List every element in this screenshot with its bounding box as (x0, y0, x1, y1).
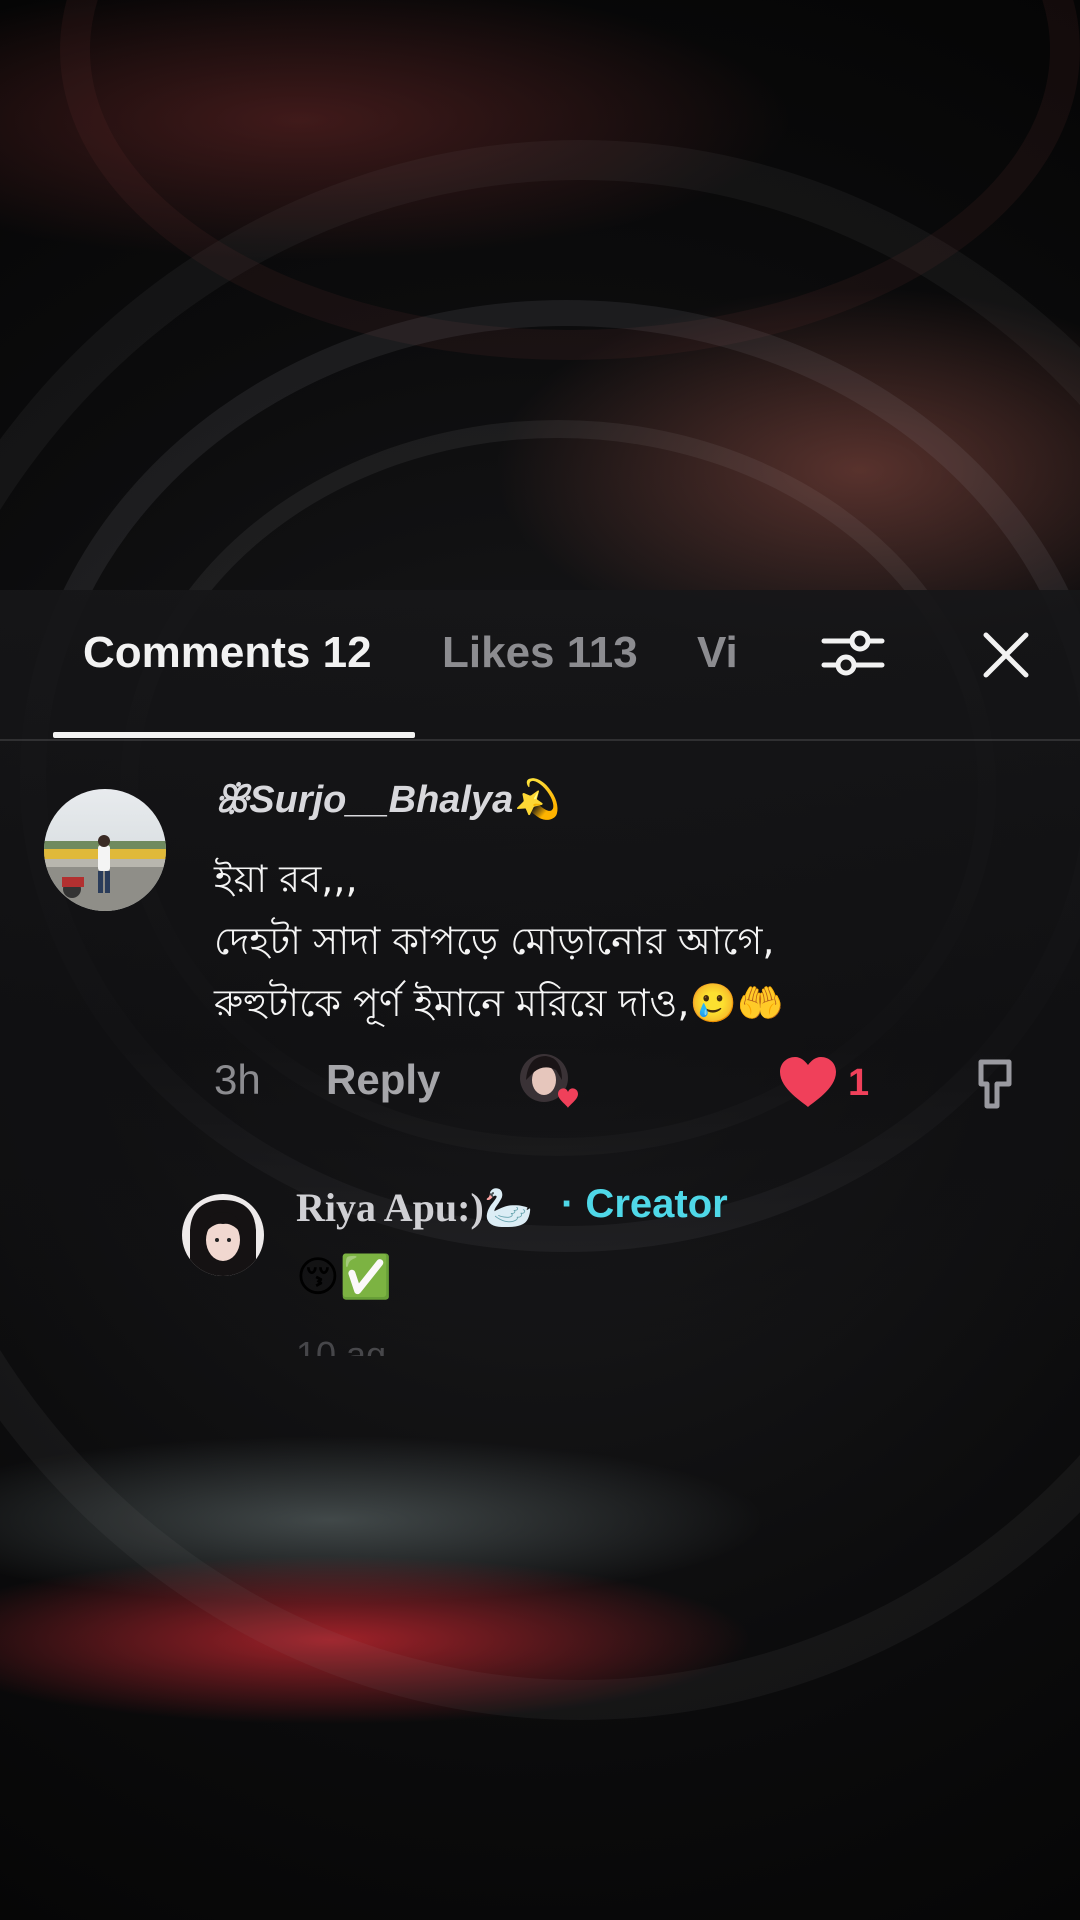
reply-username[interactable]: Riya Apu:)🦢 (296, 1184, 534, 1231)
active-tab-indicator (53, 732, 415, 738)
tab-views[interactable]: Vi (697, 628, 737, 678)
close-icon[interactable] (978, 627, 1034, 683)
creator-badge: · Creator (561, 1182, 728, 1226)
reply-text: 😚✅ (296, 1253, 393, 1300)
comment-text-line: রুহুটাকে পূর্ণ ইমানে মরিয়ে দাও,🥲🤲 (214, 981, 785, 1025)
background-blur-ring (60, 0, 1080, 360)
avatar[interactable] (44, 789, 166, 911)
video-background: Comments 12 Likes 113 Vi ꕥSurjo__Bhalya💫… (0, 0, 1080, 1920)
like-count: 1 (848, 1062, 870, 1104)
reply-button[interactable]: Reply (326, 1056, 440, 1104)
tab-likes[interactable]: Likes 113 (442, 628, 638, 678)
dislike-icon[interactable] (975, 1056, 1019, 1112)
reply-timestamp: 10 ag (296, 1334, 387, 1356)
comment-timestamp: 3h (214, 1056, 261, 1103)
tab-comments[interactable]: Comments 12 (83, 628, 372, 678)
comment-text-line: দেহটা সাদা কাপড়ে মোড়ানোর আগে, (214, 919, 775, 963)
filter-icon[interactable] (820, 625, 886, 681)
comment-username[interactable]: ꕥSurjo__Bhalya💫 (214, 778, 561, 822)
heart-icon[interactable] (778, 1055, 838, 1109)
reply-avatar[interactable] (182, 1194, 264, 1276)
creator-liked-avatar (516, 1050, 580, 1114)
tabs-divider (0, 739, 1080, 741)
comment-text-line: ইয়া রব,,, (214, 857, 358, 901)
